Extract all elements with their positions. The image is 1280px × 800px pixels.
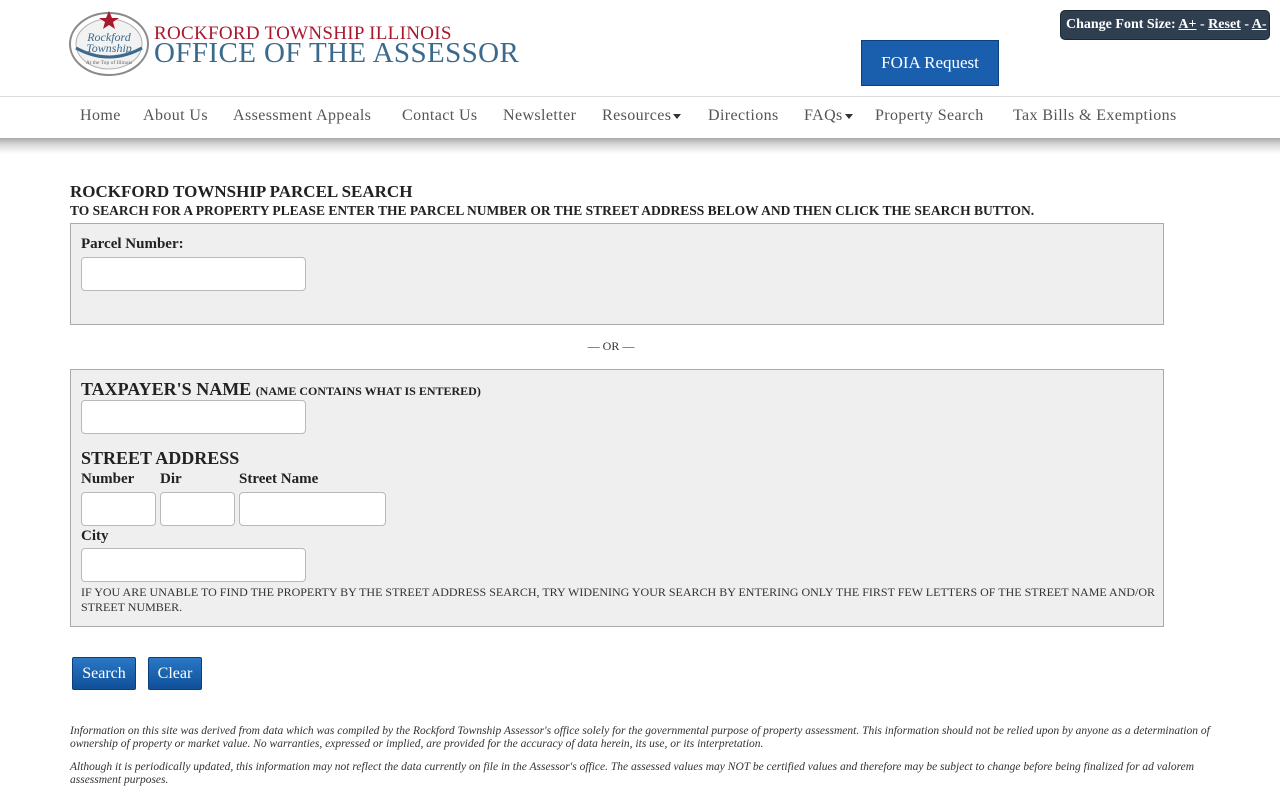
or-divider: — OR — xyxy=(587,339,635,353)
search-button[interactable]: Search xyxy=(72,657,136,690)
street-number-input[interactable] xyxy=(81,492,156,526)
nav-item-property-search[interactable]: Property Search xyxy=(875,107,984,125)
nav-item-tax-bills[interactable]: Tax Bills & Exemptions xyxy=(1013,107,1177,125)
page-instructions: TO SEARCH FOR A PROPERTY PLEASE ENTER TH… xyxy=(70,203,1035,218)
disclaimer-paragraph-1: Information on this site was derived fro… xyxy=(70,725,1210,750)
nav-item-about-us[interactable]: About Us xyxy=(143,107,208,125)
nav-label: FAQs xyxy=(804,107,843,124)
taxpayer-name-label-text: TAXPAYER'S NAME xyxy=(81,379,252,399)
nav-label: About Us xyxy=(143,107,208,124)
search-tip: IF YOU ARE UNABLE TO FIND THE PROPERTY B… xyxy=(81,585,1156,614)
nav-item-resources[interactable]: Resources xyxy=(602,107,682,125)
brand-title[interactable]: OFFICE OF THE ASSESSOR xyxy=(154,37,519,70)
nav-item-newsletter[interactable]: Newsletter xyxy=(503,107,576,125)
nav-item-assessment-appeals[interactable]: Assessment Appeals xyxy=(233,107,371,125)
city-input[interactable] xyxy=(81,548,306,582)
font-increase-link[interactable]: A+ xyxy=(1178,17,1196,32)
nav-label: Newsletter xyxy=(503,107,577,124)
city-label: City xyxy=(81,528,109,544)
font-reset-link[interactable]: Reset xyxy=(1208,17,1241,32)
font-decrease-link[interactable]: A- xyxy=(1252,17,1267,32)
clear-button[interactable]: Clear xyxy=(148,657,202,690)
foia-request-button[interactable]: FOIA Request xyxy=(861,40,999,86)
nav-label: Tax Bills & Exemptions xyxy=(1013,107,1177,124)
font-size-controls: Change Font Size: A+ - Reset - A- xyxy=(1060,10,1270,40)
separator: - xyxy=(1244,17,1249,32)
township-logo-icon[interactable]: Rockford Township At the Top of Illinois xyxy=(68,8,150,78)
svg-text:At the Top of Illinois: At the Top of Illinois xyxy=(86,59,132,66)
street-name-label: Street Name xyxy=(239,471,319,487)
nav-label: Property Search xyxy=(875,107,984,124)
main-nav: Home About Us Assessment Appeals Contact… xyxy=(0,96,1280,138)
separator: - xyxy=(1200,17,1205,32)
nav-label: Assessment Appeals xyxy=(233,107,372,124)
nav-label: Directions xyxy=(708,107,779,124)
chevron-down-icon xyxy=(844,113,853,119)
font-size-label: Change Font Size: xyxy=(1066,17,1176,32)
taxpayer-name-hint: (NAME CONTAINS WHAT IS ENTERED) xyxy=(255,384,481,398)
nav-item-directions[interactable]: Directions xyxy=(708,107,779,125)
site-header: Rockford Township At the Top of Illinois… xyxy=(0,0,1280,96)
nav-divider xyxy=(0,138,1280,154)
nav-label: Resources xyxy=(602,107,672,124)
svg-text:Township: Township xyxy=(86,41,132,55)
taxpayer-name-input[interactable] xyxy=(81,400,306,434)
street-dir-input[interactable] xyxy=(160,492,235,526)
street-number-label: Number xyxy=(81,471,135,487)
nav-item-contact-us[interactable]: Contact Us xyxy=(402,107,478,125)
nav-label: Contact Us xyxy=(402,107,478,124)
nav-label: Home xyxy=(80,107,121,124)
parcel-number-label: Parcel Number: xyxy=(81,236,184,252)
disclaimer-paragraph-2: Although it is periodically updated, thi… xyxy=(70,761,1195,786)
taxpayer-name-label: TAXPAYER'S NAME (NAME CONTAINS WHAT IS E… xyxy=(81,379,481,400)
page-title: ROCKFORD TOWNSHIP PARCEL SEARCH xyxy=(70,182,413,201)
street-dir-label: Dir xyxy=(160,471,182,487)
street-address-heading: STREET ADDRESS xyxy=(81,448,240,468)
street-name-input[interactable] xyxy=(239,492,386,526)
parcel-number-input[interactable] xyxy=(81,257,306,291)
nav-item-faqs[interactable]: FAQs xyxy=(804,107,853,125)
nav-item-home[interactable]: Home xyxy=(80,107,121,125)
chevron-down-icon xyxy=(673,113,682,119)
